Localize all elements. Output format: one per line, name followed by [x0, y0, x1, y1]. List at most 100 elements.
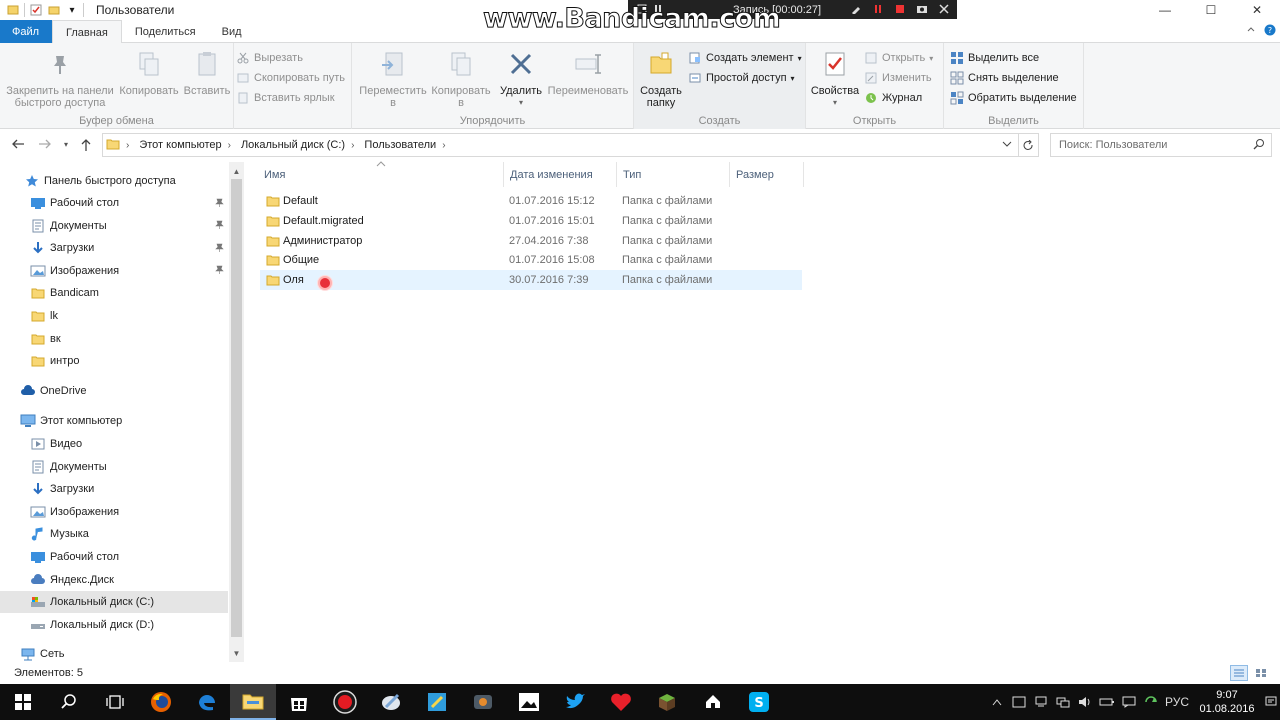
taskbar-photos[interactable]	[506, 684, 552, 720]
collapse-ribbon-icon[interactable]	[1246, 24, 1256, 39]
file-row[interactable]: Default.migrated 01.07.2016 15:01 Папка с …	[260, 211, 802, 231]
recent-locations-icon[interactable]: ▾	[64, 140, 68, 149]
customize-dropdown-icon[interactable]: ▾	[65, 3, 79, 17]
search-taskbar-button[interactable]	[46, 684, 92, 720]
breadcrumb-chevron-icon[interactable]: ›	[351, 140, 354, 151]
sidebar-item-documents[interactable]: Документы	[0, 456, 228, 478]
sidebar-item-bandicam[interactable]: Bandicam	[0, 282, 228, 304]
search-icon[interactable]	[1253, 138, 1265, 153]
delete-button[interactable]: Удалить ▾	[496, 49, 546, 109]
sync-icon[interactable]	[1140, 684, 1162, 720]
pinned-icon[interactable]	[215, 220, 224, 231]
sidebar-item-local-disk-c[interactable]: Локальный диск (C:)	[0, 591, 228, 614]
file-row[interactable]: Оля 30.07.2016 7:39 Папка с файлами	[260, 270, 802, 291]
tray-app-icon[interactable]	[1008, 684, 1030, 720]
network-wired-icon[interactable]	[1052, 684, 1074, 720]
nav-onedrive[interactable]: OneDrive	[0, 380, 228, 402]
breadcrumb-local-disk-c[interactable]: Локальный диск (C:)	[241, 139, 345, 151]
help-icon[interactable]: ?	[1264, 24, 1276, 39]
sidebar-item-vk[interactable]: вк	[0, 328, 228, 350]
file-row[interactable]: Default 01.07.2016 15:12 Папка с файлами	[260, 191, 802, 211]
start-button[interactable]	[0, 684, 46, 720]
sidebar-item-pictures[interactable]: Изображения	[0, 260, 228, 282]
system-clock[interactable]: 9:07 01.08.2016	[1192, 688, 1262, 716]
camera-icon[interactable]	[916, 3, 928, 15]
new-item-button[interactable]: Создать элемент ▾	[688, 51, 802, 65]
taskbar-app-brush[interactable]	[368, 684, 414, 720]
rename-button[interactable]: Переименовать	[544, 49, 632, 97]
notifications-icon[interactable]	[1262, 684, 1280, 720]
select-none-button[interactable]: Снять выделение	[950, 71, 1059, 85]
history-button[interactable]: Журнал	[864, 91, 922, 105]
volume-icon[interactable]	[1074, 684, 1096, 720]
copy-path-button[interactable]: Скопировать путь	[236, 71, 345, 85]
scroll-down-arrow-icon[interactable]: ▼	[229, 646, 244, 660]
close-button[interactable]: ✕	[1234, 0, 1280, 20]
message-icon[interactable]	[1118, 684, 1140, 720]
breadcrumb-chevron-icon[interactable]: ›	[228, 140, 231, 151]
sidebar-item-pictures[interactable]: Изображения	[0, 501, 228, 523]
sidebar-item-downloads[interactable]: Загрузки	[0, 237, 228, 259]
stop-record-icon[interactable]	[894, 3, 906, 15]
sidebar-item-downloads[interactable]: Загрузки	[0, 478, 228, 500]
paste-button[interactable]: Вставить	[182, 49, 232, 97]
sidebar-item-local-disk-d[interactable]: Локальный диск (D:)	[0, 614, 228, 636]
battery-icon[interactable]	[1096, 684, 1118, 720]
move-to-button[interactable]: Переместить в	[356, 49, 430, 109]
taskbar-app-video[interactable]	[460, 684, 506, 720]
new-folder-icon[interactable]	[47, 3, 61, 17]
large-icons-view-icon[interactable]	[1252, 665, 1270, 681]
cut-button[interactable]: Вырезать	[236, 51, 303, 65]
show-hidden-icons-chevron-icon[interactable]	[986, 684, 1008, 720]
new-folder-button[interactable]: Создать папку	[636, 49, 686, 109]
taskbar-store[interactable]	[276, 684, 322, 720]
column-header-size[interactable]: Размер	[730, 162, 804, 187]
taskbar-app-notes[interactable]	[414, 684, 460, 720]
properties-button[interactable]: Свойства ▾	[808, 49, 862, 109]
invert-selection-button[interactable]: Обратить выделение	[950, 91, 1077, 105]
sidebar-item-intro[interactable]: интро	[0, 350, 228, 372]
sidebar-item-video[interactable]: Видео	[0, 433, 228, 455]
breadcrumb-users[interactable]: Пользователи	[364, 139, 436, 151]
search-input[interactable]: Поиск: Пользователи	[1050, 133, 1272, 157]
properties-check-icon[interactable]	[29, 3, 43, 17]
edit-button[interactable]: Изменить	[864, 71, 932, 85]
file-row[interactable]: Администратор 27.04.2016 7:38 Папка с файл…	[260, 231, 802, 251]
taskbar-bandicam[interactable]	[322, 684, 368, 720]
tray-pc-icon[interactable]	[1030, 684, 1052, 720]
navigation-scrollbar[interactable]: ▲ ▼	[229, 162, 244, 662]
minimize-button[interactable]: —	[1142, 0, 1188, 20]
task-view-button[interactable]	[92, 684, 138, 720]
tab-view[interactable]: Вид	[209, 20, 255, 43]
breadcrumb-this-pc[interactable]: Этот компьютер	[139, 139, 221, 151]
select-all-button[interactable]: Выделить все	[950, 51, 1039, 65]
copy-to-button[interactable]: Копировать в	[428, 49, 494, 109]
tab-share[interactable]: Поделиться	[122, 20, 209, 43]
up-arrow-icon[interactable]	[80, 138, 92, 155]
taskbar-twitter[interactable]	[552, 684, 598, 720]
pencil-icon[interactable]	[850, 3, 862, 15]
breadcrumb-chevron-icon[interactable]: ›	[126, 140, 129, 151]
column-header-name[interactable]: Имя	[258, 161, 504, 187]
input-language[interactable]: РУС	[1162, 684, 1192, 720]
taskbar-edge[interactable]	[184, 684, 230, 720]
maximize-button[interactable]: ☐	[1188, 0, 1234, 20]
pinned-icon[interactable]	[215, 198, 224, 209]
nav-quick-access[interactable]: Панель быстрого доступа	[0, 170, 228, 192]
easy-access-button[interactable]: Простой доступ ▾	[688, 71, 795, 85]
details-view-icon[interactable]	[1230, 665, 1248, 681]
tab-file[interactable]: Файл	[0, 20, 52, 43]
address-bar[interactable]: › Этот компьютер › Локальный диск (C:) ›…	[102, 133, 1039, 157]
column-header-date[interactable]: Дата изменения	[504, 162, 617, 187]
pinned-icon[interactable]	[215, 265, 224, 276]
scrollbar-thumb[interactable]	[231, 179, 242, 637]
back-arrow-icon[interactable]	[11, 138, 25, 153]
taskbar-firefox[interactable]	[138, 684, 184, 720]
file-row[interactable]: Общие 01.07.2016 15:08 Папка с файлами	[260, 250, 802, 270]
refresh-icon[interactable]	[1018, 134, 1038, 156]
sidebar-item-desktop[interactable]: Рабочий стол	[0, 546, 228, 568]
breadcrumb-chevron-icon[interactable]: ›	[442, 140, 445, 151]
scroll-up-arrow-icon[interactable]: ▲	[229, 164, 244, 178]
open-button[interactable]: Открыть ▾	[864, 51, 933, 65]
copy-button[interactable]: Копировать	[118, 49, 180, 97]
